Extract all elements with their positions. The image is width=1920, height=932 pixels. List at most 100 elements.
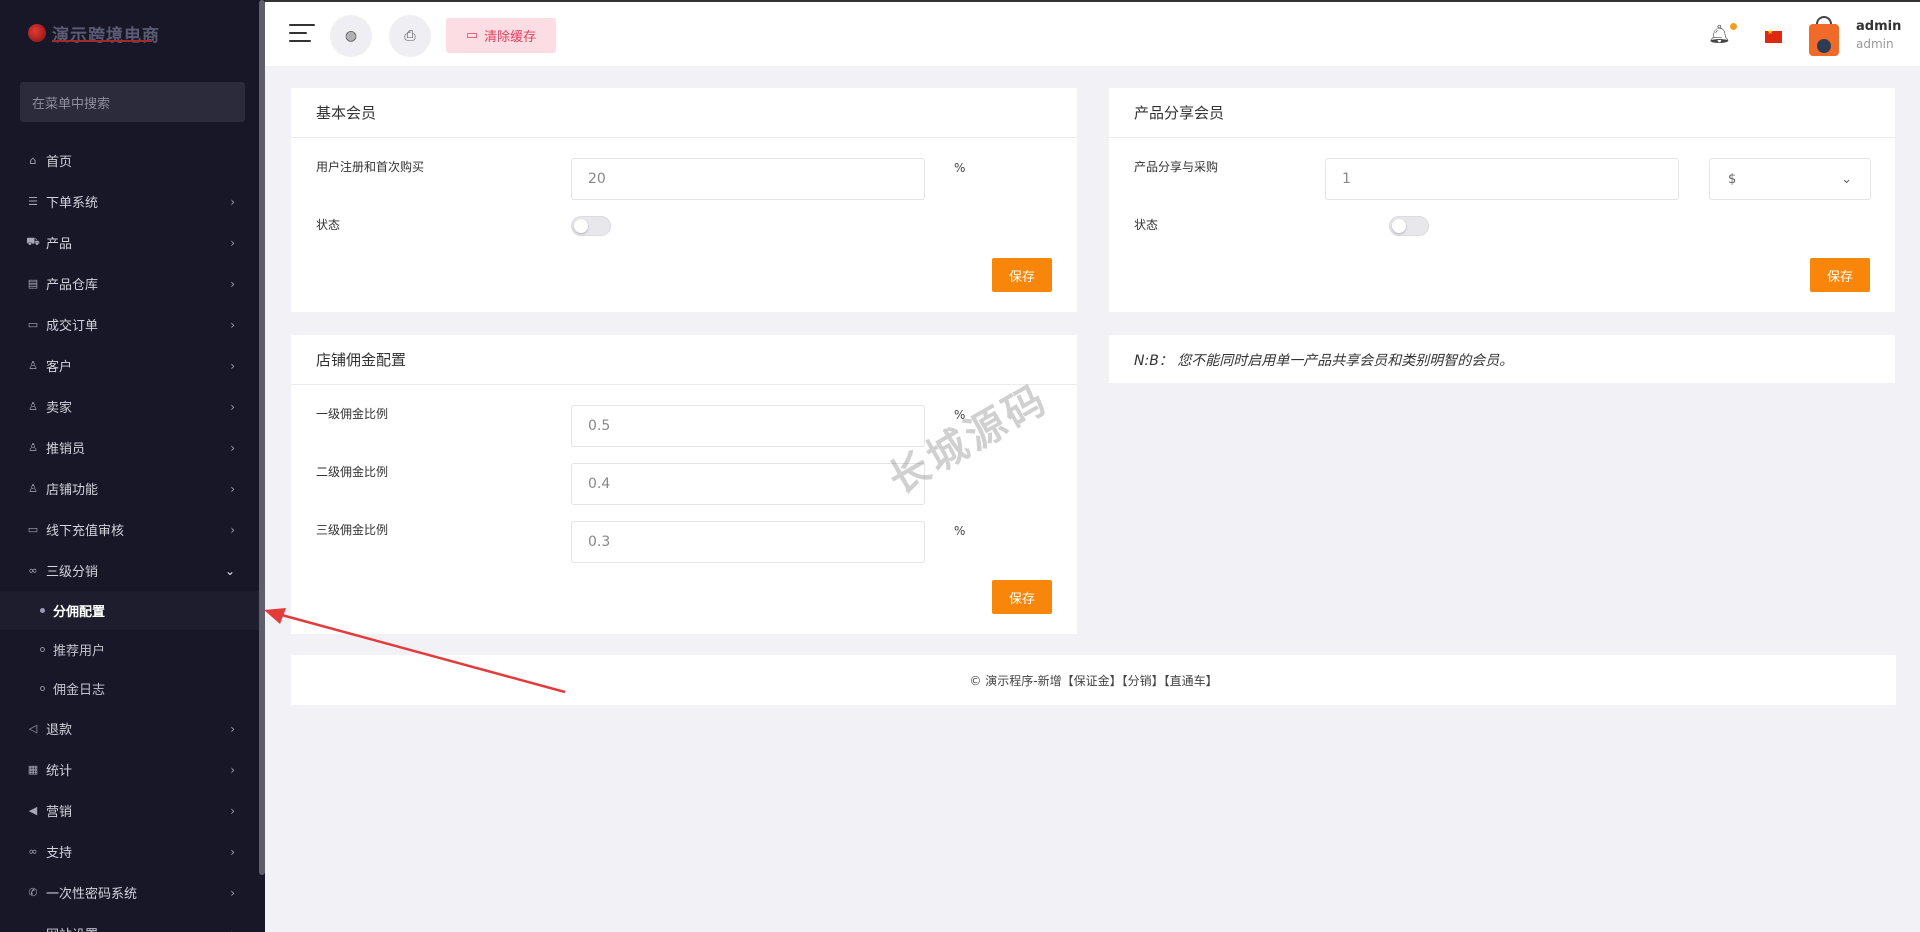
order-icon: ▭ [27, 318, 39, 331]
submenu-item[interactable]: 佣金日志 [0, 669, 265, 708]
currency-value: $ [1728, 171, 1737, 187]
submenu-item[interactable]: 分佣配置 [0, 591, 265, 630]
sidebar-item[interactable]: ∞ 三级分销 ⌄ [0, 550, 265, 591]
sidebar-item[interactable]: ♙ 店铺功能 › [0, 468, 265, 509]
status-toggle[interactable] [1389, 216, 1429, 236]
note-card: N:B： 您不能同时启用单一产品共享会员和类别明智的会员。 [1109, 335, 1895, 383]
brand[interactable]: 演示跨境电商 [0, 0, 265, 66]
bullet-icon [40, 647, 45, 652]
seller-icon: ♙ [28, 400, 38, 413]
sidebar-item[interactable]: ▦ 统计 › [0, 749, 265, 790]
warehouse-icon: ▤ [27, 277, 39, 290]
product-share-input[interactable]: 1 [1325, 158, 1679, 200]
sidebar-item[interactable]: ♙ 客户 › [0, 345, 265, 386]
status-label: 状态 [316, 218, 341, 232]
annotation-arrow [264, 608, 566, 694]
brand-mark-icon [28, 24, 46, 42]
user-role: admin [1856, 37, 1894, 51]
sidebar-item[interactable]: ▭ 线下充值审核 › [0, 509, 265, 550]
sidebar-item[interactable]: ⛟ 产品 › [0, 222, 265, 263]
sidebar-item-label: 营销 [46, 805, 73, 820]
status-toggle[interactable] [571, 216, 611, 236]
sidebar-item[interactable]: ⌂ 首页 [0, 140, 265, 181]
list-icon: ☰ [28, 195, 38, 208]
link-icon: ∞ [28, 564, 38, 577]
submenu-item[interactable]: 推荐用户 [0, 630, 265, 669]
bullet-icon [40, 686, 45, 691]
save-button[interactable]: 保存 [1810, 258, 1870, 292]
chevron-right-icon: › [230, 927, 235, 932]
print-button[interactable]: ⎙ [389, 15, 431, 57]
sidebar-item-label: 支持 [46, 846, 73, 861]
chevron-right-icon: › [230, 276, 235, 291]
level1-input[interactable]: 0.5 [571, 405, 925, 447]
sidebar-item-label: 首页 [46, 155, 73, 170]
chevron-down-icon: ⌄ [224, 563, 235, 578]
chevron-right-icon: › [230, 235, 235, 250]
save-button[interactable]: 保存 [992, 258, 1052, 292]
sidebar-item[interactable]: ∞ 支持 › [0, 831, 265, 872]
chevron-right-icon: › [230, 885, 235, 900]
sidebar-item-label: 店铺功能 [46, 483, 99, 498]
sidebar-item[interactable]: ✆ 一次性密码系统 › [0, 872, 265, 913]
sidebar-item-label: 卖家 [46, 401, 73, 416]
sidebar-item[interactable]: ◁ 退款 › [0, 708, 265, 749]
sidebar: 演示跨境电商 在菜单中搜索 ⌂ 首页 ☰ 下单系统 › ⛟ 产品 › ▤ 产品仓库 › ▭ 成交订单 › ♙… [0, 0, 265, 932]
submenu-item-label: 分佣配置 [53, 605, 106, 620]
hard-drive-icon: ▭ [465, 28, 479, 43]
sidebar-menu: ⌂ 首页 ☰ 下单系统 › ⛟ 产品 › ▤ 产品仓库 › ▭ 成交订单 › ♙ 客户 › ♙ 卖家 › ♙ 推销员 › ♙ 店… [0, 140, 265, 932]
sidebar-item-label: 一次性密码系统 [46, 887, 138, 902]
notification-dot [1730, 23, 1737, 30]
globe-button[interactable]: ◍ [330, 15, 372, 57]
globe-icon: ◍ [344, 28, 358, 44]
level3-input[interactable]: 0.3 [571, 521, 925, 563]
arrow-head [264, 608, 286, 624]
card-title: 基本会员 [291, 88, 1077, 138]
level2-label: 二级佣金比例 [316, 465, 389, 479]
user-name[interactable]: admin [1856, 19, 1901, 34]
submenu-item-label: 推荐用户 [53, 644, 106, 659]
sidebar-item[interactable]: ▭ 网站设置› [0, 913, 265, 932]
currency-select[interactable]: $ ⌄ [1709, 158, 1871, 200]
percent-unit: % [954, 161, 966, 175]
clear-cache-button[interactable]: ▭ 清除缓存 [446, 18, 556, 53]
printer-icon: ⎙ [404, 28, 416, 44]
sidebar-scrollbar[interactable] [259, 0, 265, 875]
note-text: N:B： 您不能同时启用单一产品共享会员和类别明智的会员。 [1134, 353, 1514, 369]
first-purchase-input[interactable]: 20 [571, 158, 925, 200]
sidebar-item-label: 推销员 [46, 442, 86, 457]
sidebar-item[interactable]: ♙ 推销员 › [0, 427, 265, 468]
sidebar-item[interactable]: ◀ 营销 › [0, 790, 265, 831]
sidebar-item[interactable]: ▭ 成交订单 › [0, 304, 265, 345]
sidebar-item-label: 统计 [46, 764, 73, 779]
china-flag-icon[interactable] [1765, 28, 1782, 43]
sidebar-item-label: 客户 [46, 360, 73, 375]
sidebar-item-label: 三级分销 [46, 565, 99, 580]
chevron-right-icon: › [230, 844, 235, 859]
chevron-right-icon: › [230, 762, 235, 777]
avatar[interactable] [1807, 14, 1841, 58]
chevron-right-icon: › [230, 317, 235, 332]
sidebar-item-label: 网站设置 [46, 924, 230, 932]
product-share-card: 产品分享会员 产品分享与采购 1 $ ⌄ 状态 保存 [1109, 88, 1895, 312]
level2-input[interactable]: 0.4 [571, 463, 925, 505]
chevron-down-icon: ⌄ [1841, 171, 1852, 187]
chevron-right-icon: › [230, 522, 235, 537]
clear-cache-label: 清除缓存 [484, 30, 537, 45]
menu-toggle-icon[interactable] [289, 24, 315, 44]
sidebar-item[interactable]: ☰ 下单系统 › [0, 181, 265, 222]
sidebar-item-label: 退款 [46, 723, 73, 738]
chevron-right-icon: › [230, 721, 235, 736]
sidebar-item-label: 线下充值审核 [46, 524, 125, 539]
recharge-icon: ▭ [27, 523, 39, 536]
sidebar-item-label: 产品 [46, 237, 73, 252]
sidebar-item[interactable]: ▤ 产品仓库 › [0, 263, 265, 304]
sidebar-item[interactable]: ♙ 卖家 › [0, 386, 265, 427]
users-icon: ♙ [28, 359, 38, 372]
save-button[interactable]: 保存 [992, 580, 1052, 614]
menu-search-input[interactable]: 在菜单中搜索 [20, 82, 245, 122]
phone-icon: ✆ [28, 886, 38, 899]
bell-icon[interactable]: 🔔︎ [1708, 24, 1731, 45]
brand-underline [52, 40, 152, 42]
field-label: 产品分享与采购 [1134, 160, 1219, 174]
